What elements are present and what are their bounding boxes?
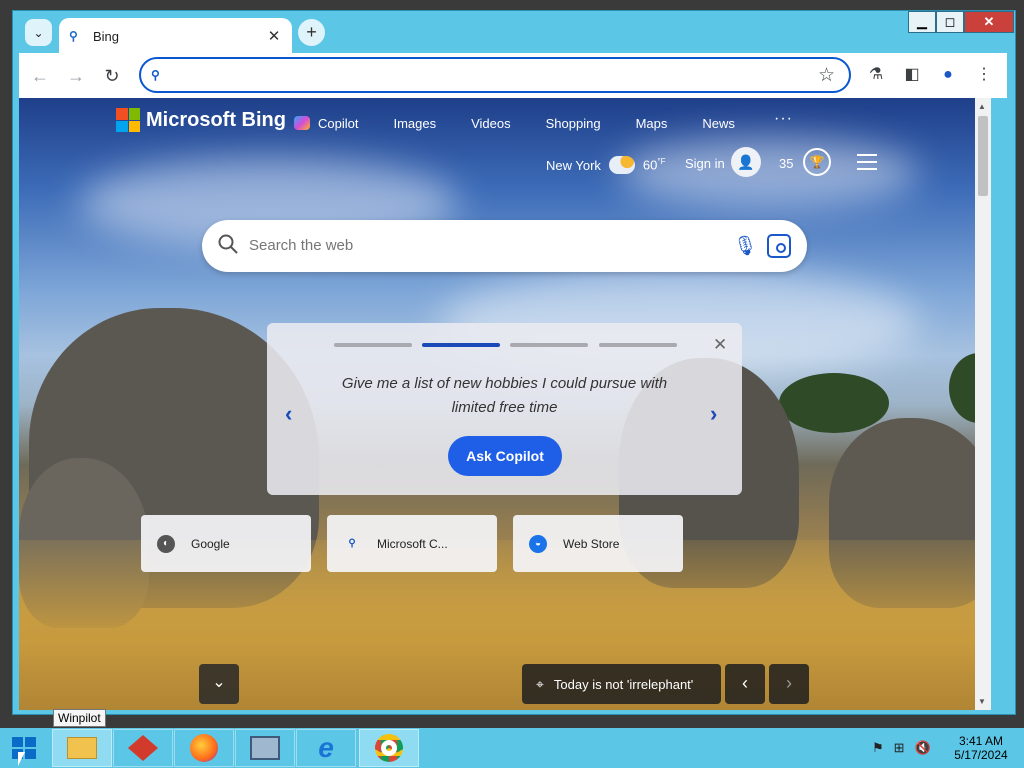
desktop: ⌄ ⚲ Bing ✕ + ▁ ◻ ✕ ← → ↻ ⚲ ☆ ⚗ ◧ ● ⋮ Mic… (0, 0, 1024, 768)
tab-strip: ⌄ ⚲ Bing ✕ + ▁ ◻ ✕ (13, 11, 1015, 54)
browser-window: ⌄ ⚲ Bing ✕ + ▁ ◻ ✕ ← → ↻ ⚲ ☆ ⚗ ◧ ● ⋮ Mic… (12, 10, 1016, 715)
labs-flask-icon[interactable]: ⚗ (865, 64, 887, 86)
previous-suggestion-arrow-icon[interactable]: ‹ (285, 401, 292, 427)
close-tab-icon[interactable]: ✕ (266, 27, 282, 45)
bookmark-star-icon[interactable]: ☆ (818, 64, 835, 87)
web-store-icon: ◒ (529, 534, 547, 553)
page-scrollbar[interactable]: ▲ ▼ (975, 98, 991, 710)
search-placeholder: Search the web (249, 237, 354, 254)
tab-title: Bing (93, 28, 120, 44)
taskbar-clock[interactable]: 3:41 AM 5/17/2024 (945, 734, 1017, 762)
weather-city: New York (546, 157, 601, 173)
globe-icon: ◐ (157, 534, 175, 553)
reload-button[interactable]: ↻ (101, 65, 123, 87)
visual-search-icon[interactable] (767, 234, 791, 258)
bing-logo[interactable]: Microsoft Bing (116, 108, 286, 132)
action-center-flag-icon[interactable]: ⚑ (872, 740, 884, 756)
tab-search-button[interactable]: ⌄ (25, 19, 52, 46)
quick-link-web-store[interactable]: ◒ Web Store (513, 515, 683, 572)
start-button[interactable] (0, 728, 50, 768)
scroll-up-arrow-icon[interactable]: ▲ (978, 102, 986, 111)
rewards-points[interactable]: 35 (779, 156, 793, 171)
chrome-taskbar-button[interactable] (359, 729, 419, 767)
copilot-suggestion-card: ✕ ‹ Give me a list of new hobbies I coul… (267, 323, 742, 495)
tab-bing[interactable]: ⚲ Bing ✕ (59, 18, 292, 54)
taskbar-tooltip: Winpilot (53, 709, 106, 727)
chrome-icon (375, 734, 403, 762)
image-caption[interactable]: ⌖ Today is not 'irrelephant' (522, 664, 721, 704)
bing-homepage: Microsoft Bing Copilot Images Videos Sho… (19, 98, 991, 710)
ask-copilot-button[interactable]: Ask Copilot (448, 436, 562, 476)
copilot-prompt: Give me a list of new hobbies I could pu… (341, 375, 668, 416)
rewards-trophy-icon[interactable]: 🏆 (803, 148, 831, 176)
quick-link-google[interactable]: ◐ Google (141, 515, 311, 572)
close-card-icon[interactable]: ✕ (713, 335, 727, 355)
clock-date: 5/17/2024 (954, 748, 1008, 762)
more-nav-button[interactable]: ··· (774, 110, 793, 128)
partly-cloudy-icon (608, 156, 635, 174)
clock-time: 3:41 AM (958, 734, 1004, 748)
internet-explorer-taskbar-button[interactable]: e (296, 729, 356, 767)
next-suggestion-arrow-icon[interactable]: › (710, 401, 717, 427)
next-image-button[interactable]: › (769, 664, 809, 704)
taskbar: e ⚑ ⊞ 🔇 3:41 AM 5/17/2024 (0, 728, 1024, 768)
server-manager-taskbar-button[interactable] (235, 729, 295, 767)
scrollbar-thumb[interactable] (978, 116, 988, 196)
side-panel-icon[interactable]: ◧ (901, 64, 923, 86)
microsoft-logo-icon (116, 108, 140, 132)
previous-image-button[interactable]: ‹ (725, 664, 765, 704)
profile-icon[interactable]: ● (937, 64, 959, 86)
firefox-taskbar-button[interactable] (174, 729, 234, 767)
copilot-icon (294, 116, 310, 130)
winpilot-taskbar-button[interactable] (113, 729, 173, 767)
location-pin-icon: ⌖ (536, 675, 544, 692)
internet-explorer-icon: e (318, 732, 334, 763)
search-icon: ⚲ (151, 68, 160, 82)
carousel-dot[interactable] (510, 343, 588, 347)
search-icon: ⚲ (69, 29, 78, 43)
top-nav: Copilot Images Videos Shopping Maps News (294, 116, 770, 131)
scroll-down-arrow-icon[interactable]: ▼ (978, 697, 986, 706)
carousel-dot[interactable] (599, 343, 677, 347)
maximize-button[interactable]: ◻ (936, 11, 964, 33)
system-tray: ⚑ ⊞ 🔇 (872, 740, 931, 756)
new-tab-button[interactable]: + (298, 19, 325, 46)
carousel-dot-active[interactable] (422, 343, 500, 347)
mouse-cursor-icon (18, 752, 25, 766)
scroll-down-button[interactable]: ⌄ (199, 664, 239, 704)
search-box[interactable]: Search the web 🎙 (202, 220, 807, 272)
quick-link-microsoft[interactable]: ⚲ Microsoft C... (327, 515, 497, 572)
folder-icon (67, 737, 97, 759)
weather-temp: 60°F (642, 157, 666, 173)
minimize-button[interactable]: ▁ (908, 11, 936, 33)
nav-news[interactable]: News (702, 116, 735, 131)
nav-shopping[interactable]: Shopping (546, 116, 601, 131)
back-button[interactable]: ← (29, 65, 51, 87)
browser-toolbar: ← → ↻ ⚲ ☆ ⚗ ◧ ● ⋮ (19, 53, 1007, 98)
microphone-icon[interactable]: 🎙 (733, 234, 757, 258)
address-bar[interactable]: ⚲ ☆ (139, 57, 851, 93)
menu-kebab-icon[interactable]: ⋮ (973, 64, 995, 86)
nav-maps[interactable]: Maps (636, 116, 668, 131)
firefox-icon (190, 734, 218, 762)
brand-name: Microsoft Bing (146, 108, 286, 131)
close-window-button[interactable]: ✕ (964, 11, 1014, 33)
file-explorer-taskbar-button[interactable] (52, 729, 112, 767)
search-icon (218, 234, 238, 254)
user-avatar-icon[interactable]: 👤 (731, 147, 761, 177)
server-manager-icon (250, 736, 280, 760)
volume-muted-icon[interactable]: 🔇 (915, 740, 931, 756)
nav-copilot[interactable]: Copilot (294, 116, 358, 131)
winpilot-icon (128, 735, 158, 761)
carousel-dot[interactable] (334, 343, 412, 347)
forward-button[interactable]: → (65, 65, 87, 87)
background-trees (779, 373, 889, 433)
network-icon[interactable]: ⊞ (894, 740, 905, 756)
weather-widget[interactable]: New York 60°F (546, 156, 665, 174)
search-icon: ⚲ (348, 538, 356, 549)
hamburger-menu-icon[interactable] (857, 154, 877, 175)
sign-in-link[interactable]: Sign in (685, 156, 725, 171)
nav-videos[interactable]: Videos (471, 116, 511, 131)
nav-images[interactable]: Images (393, 116, 436, 131)
